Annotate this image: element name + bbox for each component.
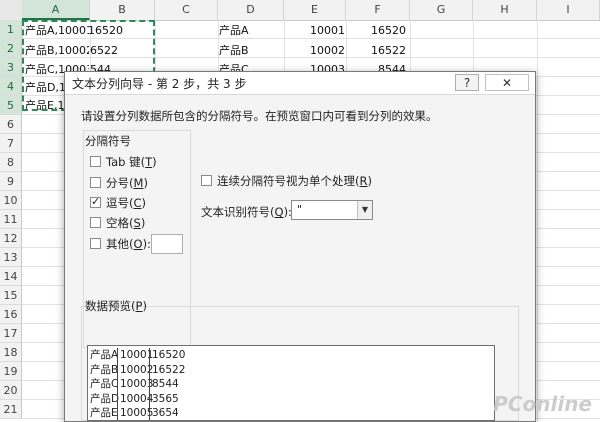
preview-row: 产品A 10001 16520 xyxy=(88,348,208,363)
column-header-d[interactable]: D xyxy=(218,0,284,20)
column-header-c[interactable]: C xyxy=(155,0,218,20)
column-header-f[interactable]: F xyxy=(346,0,410,20)
preview-label: 数据预览(P) xyxy=(85,299,147,313)
row-header-17[interactable]: 17 xyxy=(0,324,22,343)
column-break xyxy=(117,406,118,420)
row-header-18[interactable]: 18 xyxy=(0,343,22,362)
row-header-13[interactable]: 13 xyxy=(0,248,22,267)
text-qualifier-value: " xyxy=(297,203,303,216)
row-header-8[interactable]: 8 xyxy=(0,153,22,172)
chevron-down-icon[interactable]: ▼ xyxy=(357,201,372,219)
row-header-14[interactable]: 14 xyxy=(0,267,22,286)
row-header-1[interactable]: 1 xyxy=(0,20,22,39)
comma-label[interactable]: 逗号(C) xyxy=(106,195,146,211)
row-header-4[interactable]: 4 xyxy=(0,77,22,96)
dialog-titlebar[interactable]: 文本分列向导 - 第 2 步，共 3 步 ? ✕ xyxy=(65,72,535,95)
preview-row: 产品D 10004 3565 xyxy=(88,391,208,407)
column-break xyxy=(117,348,118,363)
column-break xyxy=(117,362,118,378)
preview-cell: 产品B xyxy=(90,363,119,376)
preview-row: 产品E 10005 3654 xyxy=(88,406,208,420)
preview-cell: 3565 xyxy=(152,392,179,405)
preview-cell: 产品C xyxy=(90,378,119,390)
row-header-16[interactable]: 16 xyxy=(0,305,22,324)
row-header-12[interactable]: 12 xyxy=(0,229,22,248)
select-all-corner[interactable] xyxy=(0,0,23,20)
space-label[interactable]: 空格(S) xyxy=(106,215,145,231)
text-qualifier-select[interactable]: " ▼ xyxy=(291,200,373,220)
other-checkbox[interactable] xyxy=(90,238,101,249)
qualifier-label: 文本识别符号(Q): xyxy=(201,205,292,219)
other-label[interactable]: 其他(O): xyxy=(106,236,151,252)
cell-f2[interactable]: 16522 xyxy=(346,41,406,60)
semicolon-label[interactable]: 分号(M) xyxy=(106,175,148,191)
column-break xyxy=(149,391,150,407)
column-header-e[interactable]: E xyxy=(284,0,346,20)
row-header-15[interactable]: 15 xyxy=(0,286,22,305)
row-header-11[interactable]: 11 xyxy=(0,210,22,229)
help-button[interactable]: ? xyxy=(455,74,479,91)
preview-cell: 16520 xyxy=(152,349,186,361)
preview-cell: 3654 xyxy=(152,407,179,419)
preview-row: 产品B 10002 16522 xyxy=(88,362,208,378)
gridline xyxy=(537,20,538,420)
column-header-b[interactable]: B xyxy=(90,0,155,20)
column-header-h[interactable]: H xyxy=(473,0,537,20)
row-header-3[interactable]: 3 xyxy=(0,58,22,77)
cell-d2[interactable]: 产品B xyxy=(219,41,279,60)
other-delimiter-input[interactable] xyxy=(151,234,183,254)
column-break xyxy=(149,406,150,420)
row-header-5[interactable]: 5 xyxy=(0,96,22,115)
comma-checkbox[interactable] xyxy=(90,195,101,208)
consecutive-checkbox[interactable] xyxy=(201,175,212,186)
column-break xyxy=(149,348,150,363)
cell-e2[interactable]: 10002 xyxy=(285,41,345,60)
preview-cell: 产品D xyxy=(90,392,120,405)
space-checkbox[interactable] xyxy=(90,217,101,228)
preview-cell: 8544 xyxy=(152,378,179,390)
tab-label[interactable]: Tab 键(T) xyxy=(106,154,157,170)
row-header-6[interactable]: 6 xyxy=(0,115,22,134)
column-header-g[interactable]: G xyxy=(410,0,473,20)
close-button[interactable]: ✕ xyxy=(485,74,529,91)
row-header-10[interactable]: 10 xyxy=(0,191,22,210)
preview-row: 产品C 10003 8544 xyxy=(88,377,208,392)
tab-checkbox[interactable] xyxy=(90,156,101,167)
delimiters-group-label: 分隔符号 xyxy=(85,134,131,148)
row-header-7[interactable]: 7 xyxy=(0,134,22,153)
instruction-text: 请设置分列数据所包含的分隔符号。在预览窗口内可看到分列的效果。 xyxy=(81,109,438,123)
semicolon-checkbox[interactable] xyxy=(90,177,101,188)
consecutive-label[interactable]: 连续分隔符号视为单个处理(R) xyxy=(217,173,372,189)
column-break xyxy=(117,391,118,407)
column-break xyxy=(117,377,118,392)
preview-cell: 16522 xyxy=(152,363,186,376)
row-header-19[interactable]: 19 xyxy=(0,362,22,381)
column-header-a[interactable]: A xyxy=(22,0,90,20)
text-to-columns-dialog: 文本分列向导 - 第 2 步，共 3 步 ? ✕ 请设置分列数据所包含的分隔符号… xyxy=(64,71,536,422)
preview-cell: 产品E xyxy=(90,407,118,419)
column-break xyxy=(149,377,150,392)
watermark: PConline xyxy=(493,392,592,416)
cell-d1[interactable]: 产品A xyxy=(219,21,279,40)
row-header-20[interactable]: 20 xyxy=(0,381,22,400)
dialog-title: 文本分列向导 - 第 2 步，共 3 步 xyxy=(72,77,247,91)
row-header-9[interactable]: 9 xyxy=(0,172,22,191)
column-break xyxy=(149,362,150,378)
row-header-21[interactable]: 21 xyxy=(0,400,22,419)
preview-cell: 产品A xyxy=(90,349,119,361)
column-header-i[interactable]: I xyxy=(537,0,600,20)
cell-f1[interactable]: 16520 xyxy=(346,21,406,40)
data-preview[interactable]: 产品A 10001 16520 产品B 10002 16522 产品C 10003 8544 产品… xyxy=(87,345,495,421)
cell-e1[interactable]: 10001 xyxy=(285,21,345,40)
row-header-2[interactable]: 2 xyxy=(0,39,22,58)
